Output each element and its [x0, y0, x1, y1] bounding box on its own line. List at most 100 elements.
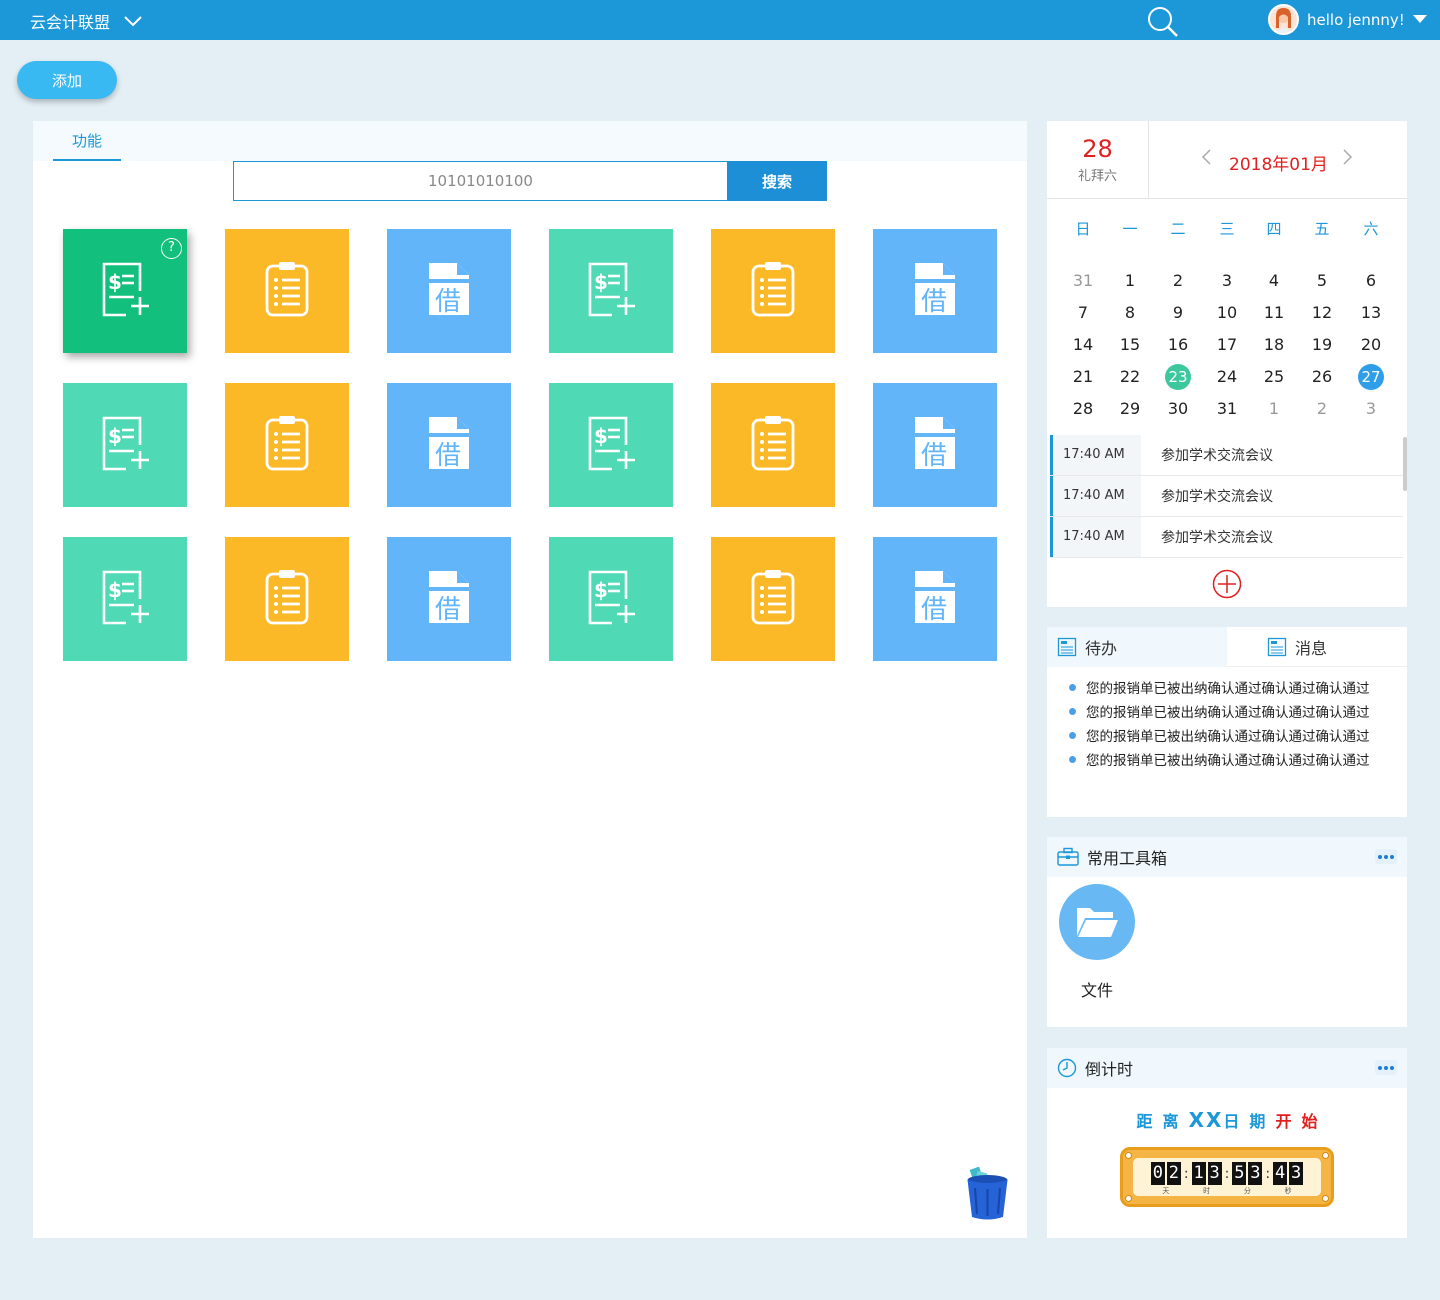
function-tile-reimburse[interactable]: $: [549, 537, 673, 661]
time-separator: :: [1183, 1166, 1189, 1182]
search-button[interactable]: 搜索: [727, 161, 827, 201]
chevron-left-icon[interactable]: [1201, 149, 1211, 165]
calendar-day[interactable]: 20: [1347, 332, 1395, 358]
countdown-digit: 3: [1207, 1162, 1222, 1185]
calendar-day[interactable]: 3: [1347, 396, 1395, 422]
calendar-day[interactable]: 6: [1347, 268, 1395, 294]
event-item[interactable]: 17:40 AM 参加学术交流会议: [1050, 517, 1403, 558]
chevron-right-icon[interactable]: [1343, 149, 1353, 165]
trash-bin-icon[interactable]: [965, 1166, 1010, 1221]
clipboard-icon: [750, 414, 796, 476]
clipboard-icon: [264, 568, 310, 630]
calendar-day[interactable]: 24: [1203, 364, 1251, 390]
function-tile-clipboard[interactable]: [225, 537, 349, 661]
function-tile-borrow[interactable]: 借: [873, 537, 997, 661]
countdown-digit: 4: [1273, 1162, 1288, 1185]
function-tile-clipboard[interactable]: [225, 383, 349, 507]
event-item[interactable]: 17:40 AM 参加学术交流会议: [1050, 476, 1403, 517]
tab-todo[interactable]: 待办: [1047, 627, 1227, 667]
function-tile-reimburse[interactable]: $: [63, 537, 187, 661]
calendar-day[interactable]: 17: [1203, 332, 1251, 358]
calendar-day[interactable]: 25: [1250, 364, 1298, 390]
function-tile-clipboard[interactable]: [711, 537, 835, 661]
function-tile-clipboard[interactable]: [225, 229, 349, 353]
calendar-day[interactable]: 28: [1059, 396, 1107, 422]
borrow-document-icon: 借: [427, 261, 471, 321]
clipboard-icon: [264, 260, 310, 322]
function-tile-borrow[interactable]: 借: [387, 229, 511, 353]
event-item[interactable]: 17:40 AM 参加学术交流会议: [1050, 435, 1403, 476]
calendar-day[interactable]: 4: [1250, 268, 1298, 294]
add-event-icon[interactable]: [1212, 569, 1242, 599]
todo-item[interactable]: 您的报销单已被出纳确认通过确认通过确认通过: [1069, 675, 1370, 699]
calendar-day[interactable]: 27: [1347, 364, 1395, 390]
countdown-group: 02 天: [1150, 1162, 1181, 1196]
calendar-day[interactable]: 9: [1154, 300, 1202, 326]
todo-item[interactable]: 您的报销单已被出纳确认通过确认通过确认通过: [1069, 699, 1370, 723]
calendar-day[interactable]: 11: [1250, 300, 1298, 326]
function-tile-reimburse[interactable]: $?: [63, 229, 187, 353]
tab-functions[interactable]: 功能: [53, 121, 121, 161]
todo-item[interactable]: 您的报销单已被出纳确认通过确认通过确认通过: [1069, 723, 1370, 747]
calendar-day[interactable]: 5: [1298, 268, 1346, 294]
function-tile-borrow[interactable]: 借: [387, 537, 511, 661]
calendar-panel: 28 礼拜六 2018年01月 日一二三四五六 31 1 2 3 4 5 6 7 8 9 10 11 12…: [1047, 121, 1407, 607]
calendar-day[interactable]: 14: [1059, 332, 1107, 358]
toolbox-title: 常用工具箱: [1087, 849, 1168, 868]
headline-char: 始: [1301, 1112, 1328, 1131]
function-tile-borrow[interactable]: 借: [387, 383, 511, 507]
calendar-day[interactable]: 12: [1298, 300, 1346, 326]
calendar-day[interactable]: 30: [1154, 396, 1202, 422]
todo-item[interactable]: 您的报销单已被出纳确认通过确认通过确认通过: [1069, 747, 1370, 771]
toolbox-panel: 常用工具箱 文件: [1047, 837, 1407, 1027]
calendar-day[interactable]: 7: [1059, 300, 1107, 326]
function-panel: 功能 搜索 $? 借 $ 借 $ 借 $ 借 $ 借 $ 借: [33, 121, 1027, 1238]
tab-messages[interactable]: 消息: [1267, 627, 1327, 667]
calendar-day[interactable]: 22: [1106, 364, 1154, 390]
calendar-day[interactable]: 3: [1203, 268, 1251, 294]
calendar-day[interactable]: 15: [1106, 332, 1154, 358]
calendar-day[interactable]: 23: [1154, 364, 1202, 390]
more-options-icon[interactable]: [1375, 849, 1397, 864]
calendar-day[interactable]: 31: [1059, 268, 1107, 294]
calendar-day[interactable]: 10: [1203, 300, 1251, 326]
calendar-day[interactable]: 16: [1154, 332, 1202, 358]
add-button[interactable]: 添加: [17, 61, 117, 99]
user-menu[interactable]: hello jennny!: [1268, 4, 1427, 35]
calendar-day[interactable]: 13: [1347, 300, 1395, 326]
search-icon[interactable]: [1146, 5, 1178, 37]
calendar-day[interactable]: 29: [1106, 396, 1154, 422]
borrow-document-icon: 借: [913, 261, 957, 321]
calendar-day[interactable]: 19: [1298, 332, 1346, 358]
function-tile-reimburse[interactable]: $: [549, 229, 673, 353]
add-expense-icon: $: [586, 261, 636, 321]
calendar-day[interactable]: 18: [1250, 332, 1298, 358]
function-tile-clipboard[interactable]: [711, 383, 835, 507]
calendar-day[interactable]: 8: [1106, 300, 1154, 326]
function-tile-reimburse[interactable]: $: [63, 383, 187, 507]
calendar-day[interactable]: 21: [1059, 364, 1107, 390]
function-tile-clipboard[interactable]: [711, 229, 835, 353]
calendar-day[interactable]: 1: [1106, 268, 1154, 294]
countdown-unit: 秒: [1284, 1187, 1292, 1195]
clock-icon: [1057, 1058, 1077, 1078]
calendar-day[interactable]: 31: [1203, 396, 1251, 422]
borrow-char: 借: [435, 441, 462, 471]
calendar-day[interactable]: 26: [1298, 364, 1346, 390]
more-options-icon[interactable]: [1375, 1060, 1397, 1075]
help-icon[interactable]: ?: [161, 238, 182, 259]
function-tile-borrow[interactable]: 借: [873, 383, 997, 507]
tool-file[interactable]: 文件: [1059, 884, 1135, 1001]
calendar-day[interactable]: 1: [1250, 396, 1298, 422]
function-tile-reimburse[interactable]: $: [549, 383, 673, 507]
todo-text: 您的报销单已被出纳确认通过确认通过确认通过: [1086, 753, 1370, 769]
event-scrollbar[interactable]: [1403, 437, 1407, 491]
countdown-digit: 0: [1150, 1162, 1165, 1185]
headline-char: X: [1205, 1108, 1222, 1132]
search-input[interactable]: [233, 161, 727, 201]
brand-dropdown[interactable]: 云会计联盟: [30, 9, 142, 33]
caret-down-icon: [1412, 15, 1427, 23]
function-tile-borrow[interactable]: 借: [873, 229, 997, 353]
calendar-day[interactable]: 2: [1154, 268, 1202, 294]
calendar-day[interactable]: 2: [1298, 396, 1346, 422]
